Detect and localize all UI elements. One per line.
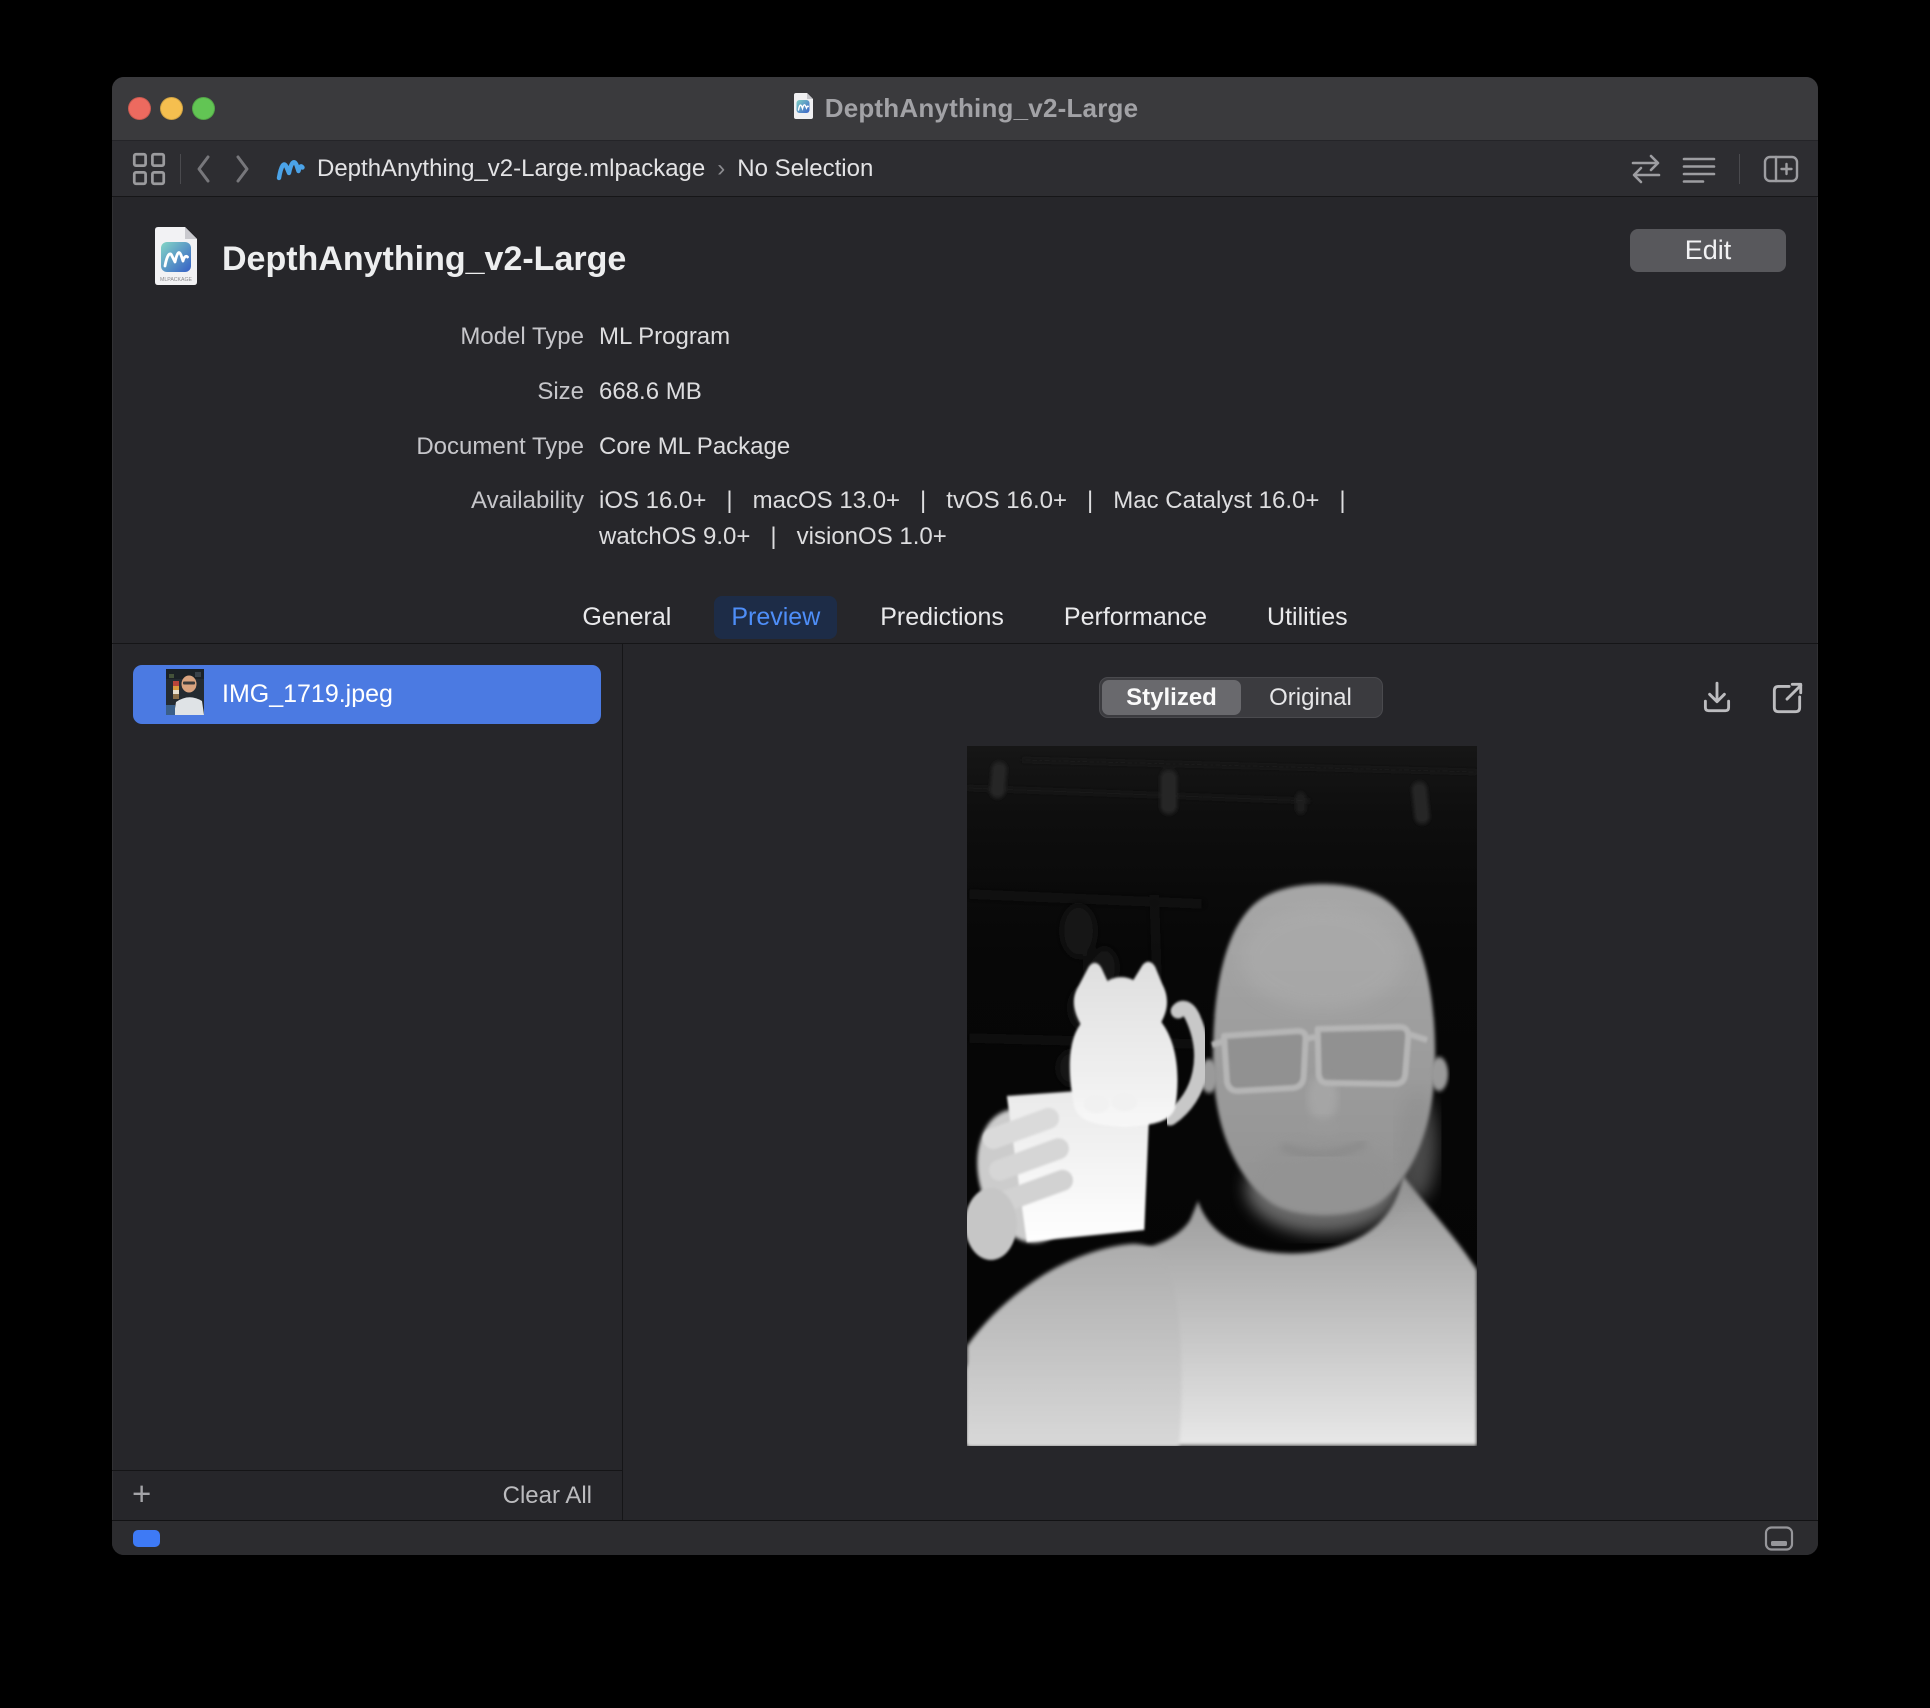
field-label: Size	[112, 364, 599, 419]
add-input-button[interactable]: +	[132, 1471, 151, 1519]
image-thumbnail	[166, 669, 204, 720]
xcode-window: DepthAnything_v2-Large	[112, 77, 1818, 1555]
editor-options-icon[interactable]	[1681, 153, 1717, 185]
toolbar-separator	[180, 154, 181, 184]
content-area: IMG_1719.jpeg + Clear All Stylized Origi…	[112, 644, 1818, 1520]
preview-input-sidebar: IMG_1719.jpeg + Clear All	[112, 644, 622, 1520]
model-title: DepthAnything_v2-Large	[222, 240, 626, 279]
tab-performance[interactable]: Performance	[1047, 596, 1224, 639]
tab-preview[interactable]: Preview	[714, 596, 837, 639]
depth-map-image	[967, 746, 1477, 1446]
availability-line-1: iOS 16.0+ | macOS 13.0+ | tvOS 16.0+ | M…	[599, 483, 1346, 519]
status-bar	[112, 1520, 1818, 1555]
window-title-group: DepthAnything_v2-Large	[112, 77, 1818, 140]
compare-arrows-icon[interactable]	[1629, 153, 1663, 185]
tab-general[interactable]: General	[565, 596, 688, 639]
toolbar: DepthAnything_v2-Large.mlpackage › No Se…	[112, 140, 1818, 197]
open-external-button[interactable]	[1767, 678, 1807, 718]
segment-original[interactable]: Original	[1241, 680, 1380, 715]
field-value: 668.6 MB	[599, 364, 702, 419]
breadcrumb-package[interactable]: DepthAnything_v2-Large.mlpackage	[317, 155, 705, 183]
forward-button[interactable]	[234, 154, 251, 184]
add-editor-icon[interactable]	[1762, 153, 1800, 185]
field-row-model-type: Model Type ML Program	[112, 309, 1512, 364]
field-row-size: Size 668.6 MB	[112, 364, 1512, 419]
field-label: Model Type	[112, 309, 599, 364]
field-label: Document Type	[112, 419, 599, 474]
preview-pane: Stylized Original	[623, 644, 1818, 1520]
tab-bar: General Preview Predictions Performance …	[112, 592, 1818, 644]
tab-predictions[interactable]: Predictions	[863, 596, 1021, 639]
screenshot-root: DepthAnything_v2-Large	[0, 0, 1930, 1708]
status-indicator	[133, 1530, 160, 1547]
field-row-availability: Availability iOS 16.0+ | macOS 13.0+ | t…	[112, 483, 1512, 555]
mlpackage-glyph-icon	[275, 154, 305, 184]
document-icon	[792, 92, 814, 125]
breadcrumb-separator: ›	[717, 155, 725, 183]
field-value: ML Program	[599, 309, 730, 364]
clear-all-button[interactable]: Clear All	[503, 1471, 592, 1521]
sidebar-bottom-bar: + Clear All	[112, 1470, 622, 1520]
model-info-fields: Model Type ML Program Size 668.6 MB Docu…	[112, 309, 1512, 555]
tab-utilities[interactable]: Utilities	[1250, 596, 1365, 639]
toolbar-right	[1629, 141, 1800, 196]
download-button[interactable]	[1697, 678, 1737, 718]
field-label: Availability	[112, 483, 599, 555]
related-items-icon[interactable]	[132, 152, 166, 186]
file-name: IMG_1719.jpeg	[222, 680, 393, 709]
field-row-document-type: Document Type Core ML Package	[112, 419, 1512, 474]
stylized-original-toggle: Stylized Original	[1099, 677, 1383, 718]
segment-stylized[interactable]: Stylized	[1102, 680, 1241, 715]
toolbar-left: DepthAnything_v2-Large.mlpackage › No Se…	[132, 141, 873, 196]
edit-button[interactable]: Edit	[1630, 229, 1786, 272]
availability-line-2: watchOS 9.0+ | visionOS 1.0+	[599, 519, 1346, 555]
mlpackage-caption: MLPACKAGE	[160, 277, 192, 283]
back-button[interactable]	[195, 154, 212, 184]
window-titlebar: DepthAnything_v2-Large	[112, 77, 1818, 140]
toolbar-right-separator	[1739, 154, 1740, 184]
toggle-bottom-bar-icon[interactable]	[1764, 1525, 1794, 1555]
list-item[interactable]: IMG_1719.jpeg	[133, 665, 601, 724]
window-title: DepthAnything_v2-Large	[825, 93, 1139, 124]
mlpackage-file-icon: MLPACKAGE	[152, 225, 200, 292]
breadcrumb-selection[interactable]: No Selection	[737, 155, 873, 183]
field-value: Core ML Package	[599, 419, 790, 474]
